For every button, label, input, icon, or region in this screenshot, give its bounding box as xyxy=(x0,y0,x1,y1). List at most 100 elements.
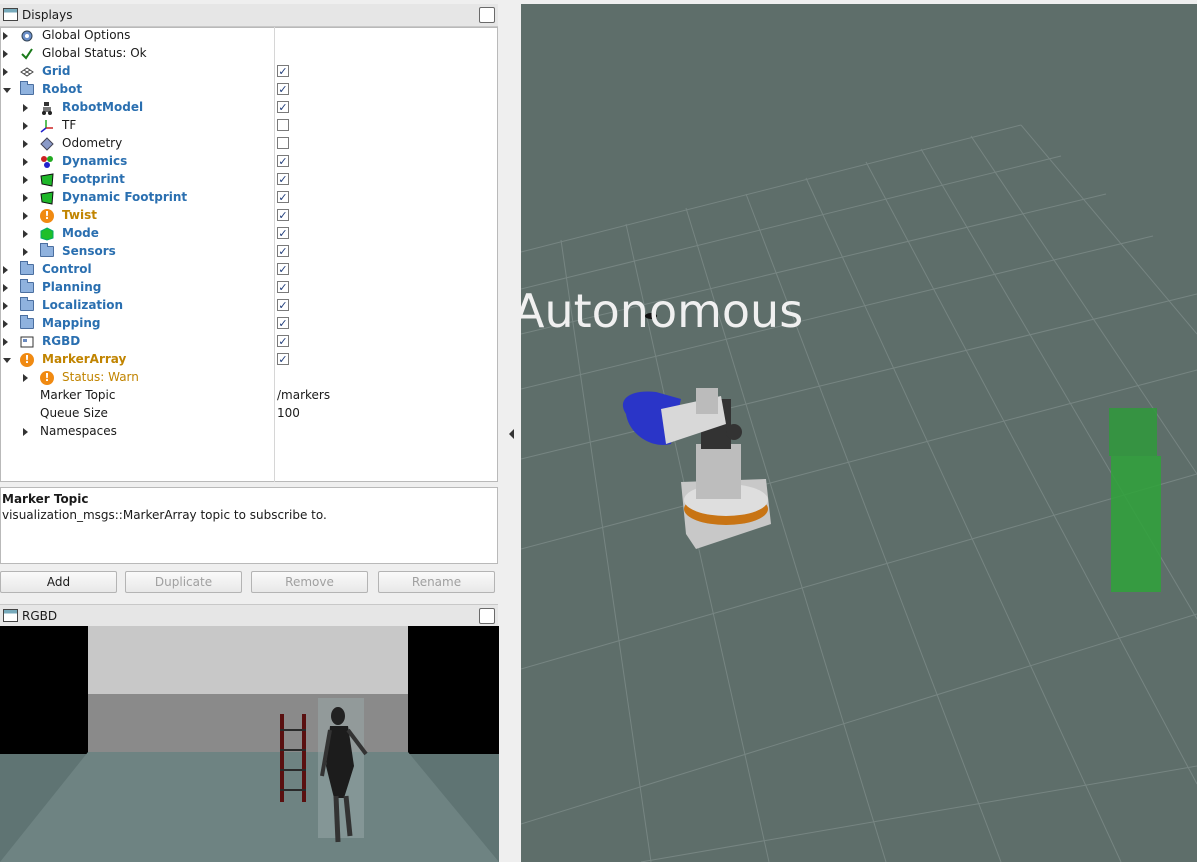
displays-panel-title: Displays xyxy=(22,8,73,22)
tree-row-planning[interactable]: Planning ✓ xyxy=(0,279,497,297)
tree-row-twist[interactable]: ! Twist ✓ xyxy=(0,207,497,225)
expand-arrow-icon[interactable] xyxy=(3,266,8,274)
tree-row-rgbd[interactable]: RGBD ✓ xyxy=(0,333,497,351)
tree-row-localization[interactable]: Localization ✓ xyxy=(0,297,497,315)
tree-row-label: Dynamic Footprint xyxy=(62,190,188,204)
enable-checkbox[interactable]: ✓ xyxy=(277,209,289,221)
property-help-box: Marker Topic visualization_msgs::MarkerA… xyxy=(0,487,498,564)
tree-row-label: Control xyxy=(42,262,92,276)
expand-arrow-icon[interactable] xyxy=(23,158,28,166)
enable-checkbox[interactable]: ✓ xyxy=(277,191,289,203)
grid-scene xyxy=(521,124,1197,862)
expand-arrow-open-icon[interactable] xyxy=(3,358,11,363)
tree-row-footprint[interactable]: Footprint ✓ xyxy=(0,171,497,189)
enable-checkbox[interactable]: ✓ xyxy=(277,101,289,113)
enable-checkbox[interactable]: ✓ xyxy=(277,263,289,275)
tree-row-queue-size[interactable]: Queue Size 100 xyxy=(0,405,497,423)
collapse-arrow-icon[interactable] xyxy=(509,429,514,439)
tree-row-grid[interactable]: Grid ✓ xyxy=(0,63,497,81)
tree-row-robot[interactable]: Robot ✓ xyxy=(0,81,497,99)
tree-row-robotmodel[interactable]: RobotModel ✓ xyxy=(0,99,497,117)
enable-checkbox[interactable]: ✓ xyxy=(277,155,289,167)
enable-checkbox[interactable]: ✓ xyxy=(277,83,289,95)
help-title: Marker Topic xyxy=(2,492,89,506)
expand-arrow-icon[interactable] xyxy=(23,248,28,256)
green-marker xyxy=(1109,408,1161,592)
folder-icon xyxy=(20,279,34,293)
property-value[interactable]: /markers xyxy=(277,388,330,402)
tree-row-marker-topic[interactable]: Marker Topic/markers xyxy=(0,387,497,405)
expand-arrow-icon[interactable] xyxy=(3,32,8,40)
warning-icon: ! xyxy=(40,209,54,223)
enable-checkbox[interactable]: ✓ xyxy=(277,245,289,257)
colored-dots-icon xyxy=(40,155,54,169)
checkmark-icon xyxy=(20,47,34,61)
add-button[interactable]: Add xyxy=(0,571,117,593)
tree-row-label: Grid xyxy=(42,64,71,78)
tree-row-label: Robot xyxy=(42,82,83,96)
enable-checkbox[interactable] xyxy=(277,137,289,149)
duplicate-button[interactable]: Duplicate xyxy=(125,571,242,593)
tree-row-label: Sensors xyxy=(62,244,116,258)
3d-viewport[interactable] xyxy=(521,4,1197,862)
expand-arrow-icon[interactable] xyxy=(3,284,8,292)
enable-checkbox[interactable]: ✓ xyxy=(277,65,289,77)
tree-row-control[interactable]: Control ✓ xyxy=(0,261,497,279)
robot-model-icon xyxy=(40,101,54,115)
property-value[interactable]: 100 xyxy=(277,406,300,420)
expand-arrow-icon[interactable] xyxy=(3,320,8,328)
undock-button[interactable] xyxy=(479,7,495,23)
warning-icon: ! xyxy=(40,371,54,385)
expand-arrow-icon[interactable] xyxy=(23,230,28,238)
enable-checkbox[interactable]: ✓ xyxy=(277,173,289,185)
tree-row-odometry[interactable]: Odometry xyxy=(0,135,497,153)
tree-row-dynamics[interactable]: Dynamics ✓ xyxy=(0,153,497,171)
tree-row-mapping[interactable]: Mapping ✓ xyxy=(0,315,497,333)
expand-arrow-icon[interactable] xyxy=(3,302,8,310)
expand-arrow-icon[interactable] xyxy=(3,338,8,346)
rgbd-panel-title: RGBD xyxy=(22,609,58,623)
tree-row-status-warn[interactable]: ! Status: Warn xyxy=(0,369,497,387)
expand-arrow-icon[interactable] xyxy=(23,428,28,436)
enable-checkbox[interactable] xyxy=(277,119,289,131)
tree-row-markerarray[interactable]: ! MarkerArray ✓ xyxy=(0,351,497,369)
tree-row-label: Planning xyxy=(42,280,102,294)
green-cube-icon xyxy=(40,227,54,241)
expand-arrow-icon[interactable] xyxy=(3,68,8,76)
rename-button[interactable]: Rename xyxy=(378,571,495,593)
footprint-icon xyxy=(40,173,54,187)
enable-checkbox[interactable]: ✓ xyxy=(277,227,289,239)
tree-row-label: RobotModel xyxy=(62,100,144,114)
grid-icon xyxy=(20,65,34,79)
axes-icon xyxy=(40,119,54,133)
expand-arrow-icon[interactable] xyxy=(23,374,28,382)
tree-row-label: Dynamics xyxy=(62,154,128,168)
enable-checkbox[interactable]: ✓ xyxy=(277,335,289,347)
enable-checkbox[interactable]: ✓ xyxy=(277,353,289,365)
tree-row-namespaces[interactable]: Namespaces xyxy=(0,423,497,441)
tree-row-sensors[interactable]: Sensors ✓ xyxy=(0,243,497,261)
expand-arrow-icon[interactable] xyxy=(23,104,28,112)
tree-row-global-options[interactable]: Global Options xyxy=(0,27,497,45)
expand-arrow-icon[interactable] xyxy=(23,122,28,130)
tree-row-mode[interactable]: Mode ✓ xyxy=(0,225,497,243)
expand-arrow-open-icon[interactable] xyxy=(3,88,11,93)
expand-arrow-icon[interactable] xyxy=(23,212,28,220)
tree-row-global-status-ok[interactable]: Global Status: Ok xyxy=(0,45,497,63)
folder-icon xyxy=(20,261,34,275)
camera-scene xyxy=(0,626,499,862)
enable-checkbox[interactable]: ✓ xyxy=(277,281,289,293)
tree-row-tf[interactable]: TF xyxy=(0,117,497,135)
enable-checkbox[interactable]: ✓ xyxy=(277,317,289,329)
folder-icon xyxy=(20,81,34,95)
enable-checkbox[interactable]: ✓ xyxy=(277,299,289,311)
expand-arrow-icon[interactable] xyxy=(3,50,8,58)
remove-button[interactable]: Remove xyxy=(251,571,368,593)
expand-arrow-icon[interactable] xyxy=(23,194,28,202)
expand-arrow-icon[interactable] xyxy=(23,140,28,148)
tree-row-dynamic-footprint[interactable]: Dynamic Footprint ✓ xyxy=(0,189,497,207)
rgbd-undock-button[interactable] xyxy=(479,608,495,624)
folder-icon xyxy=(20,315,34,329)
folder-icon xyxy=(20,297,34,311)
expand-arrow-icon[interactable] xyxy=(23,176,28,184)
